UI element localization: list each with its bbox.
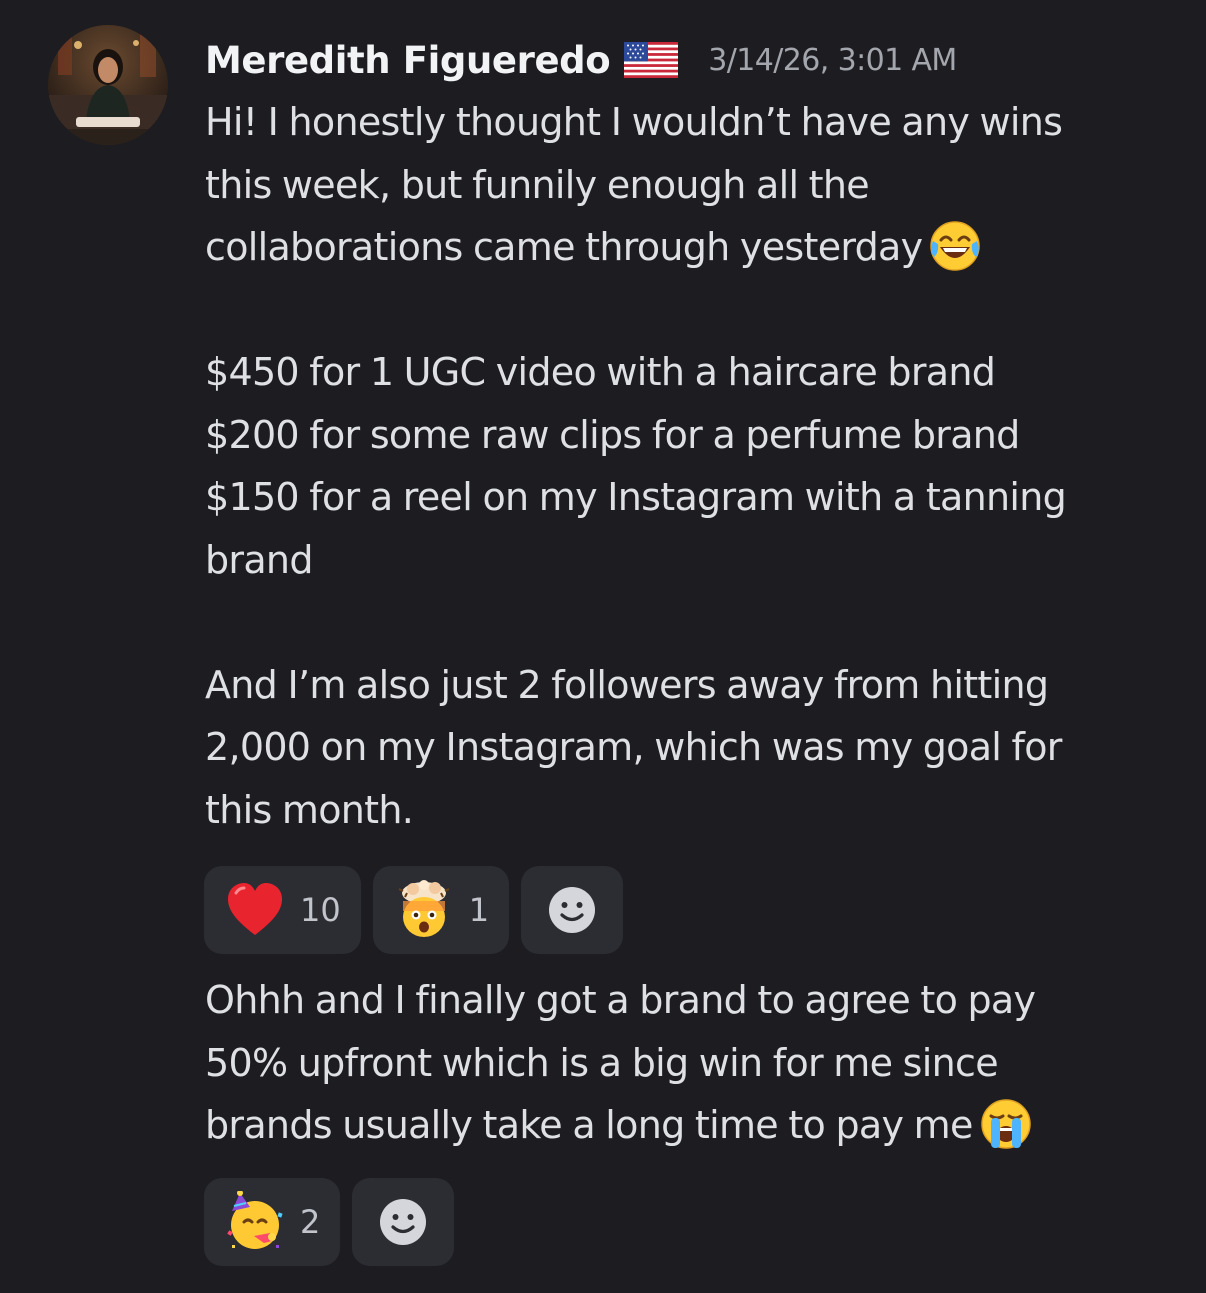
message-line: $150 for a reel on my Instagram with a t… (205, 475, 1067, 519)
reaction-count: 1 (468, 891, 490, 929)
message-line: Ohhh and I finally got a brand to agree … (205, 978, 1036, 1022)
red-heart-emoji-icon (228, 883, 282, 935)
message-line: 50% upfront which is a big win for me si… (205, 1040, 999, 1085)
message-line: Hi! I honestly thought I wouldn’t have a… (205, 100, 1063, 144)
message-line: $450 for 1 UGC video with a haircare bra… (205, 350, 996, 394)
reaction-partying-face[interactable]: 2 (204, 1178, 341, 1266)
reaction-exploding-head[interactable]: 1 (372, 866, 510, 954)
reaction-count: 10 (300, 891, 341, 929)
message-line: brand (205, 537, 313, 582)
smiley-add-reaction-icon (549, 887, 596, 933)
message-line: this week, but funnily enough all the (205, 162, 870, 207)
us-flag-icon (624, 42, 679, 78)
message-line: brands usually take a long time to pay m… (205, 1094, 1165, 1157)
message-line: this month. (205, 787, 414, 832)
message-header: Meredith Figueredo 3/14/26, 3:01 AM (205, 30, 957, 90)
partying-face-emoji-icon (227, 1191, 283, 1249)
username[interactable]: Meredith Figueredo (205, 39, 611, 82)
message-line: 2,000 on my Instagram, which was my goal… (205, 725, 1062, 769)
reaction-count: 2 (300, 1203, 321, 1241)
message-1-text: Hi! I honestly thought I wouldn’t have a… (205, 91, 1165, 841)
message-line: $200 for some raw clips for a perfume br… (205, 412, 1020, 457)
message-line: collaborations came through yesterday (205, 216, 1165, 279)
message-2-reactions: 2 (204, 1178, 455, 1266)
reaction-red-heart[interactable]: 10 (204, 866, 361, 954)
loudly-crying-emoji-icon (979, 1097, 1033, 1151)
user-avatar[interactable] (48, 25, 168, 145)
message-group: Meredith Figueredo 3/14/26, 3:01 AM Hi! … (0, 0, 1206, 1293)
add-reaction-button[interactable] (521, 866, 624, 954)
message-2-text: Ohhh and I finally got a brand to agree … (205, 969, 1165, 1157)
message-line-text: collaborations came through yesterday (205, 225, 923, 269)
smiley-add-reaction-icon (380, 1199, 427, 1245)
message-line: And I’m also just 2 followers away from … (205, 662, 1049, 707)
tears-of-joy-emoji-icon (928, 219, 982, 273)
exploding-head-emoji-icon (398, 880, 450, 937)
message-1-reactions: 10 1 (204, 866, 624, 954)
message-timestamp: 3/14/26, 3:01 AM (708, 42, 957, 78)
add-reaction-button[interactable] (352, 1178, 455, 1266)
message-line-text: brands usually take a long time to pay m… (205, 1103, 973, 1147)
